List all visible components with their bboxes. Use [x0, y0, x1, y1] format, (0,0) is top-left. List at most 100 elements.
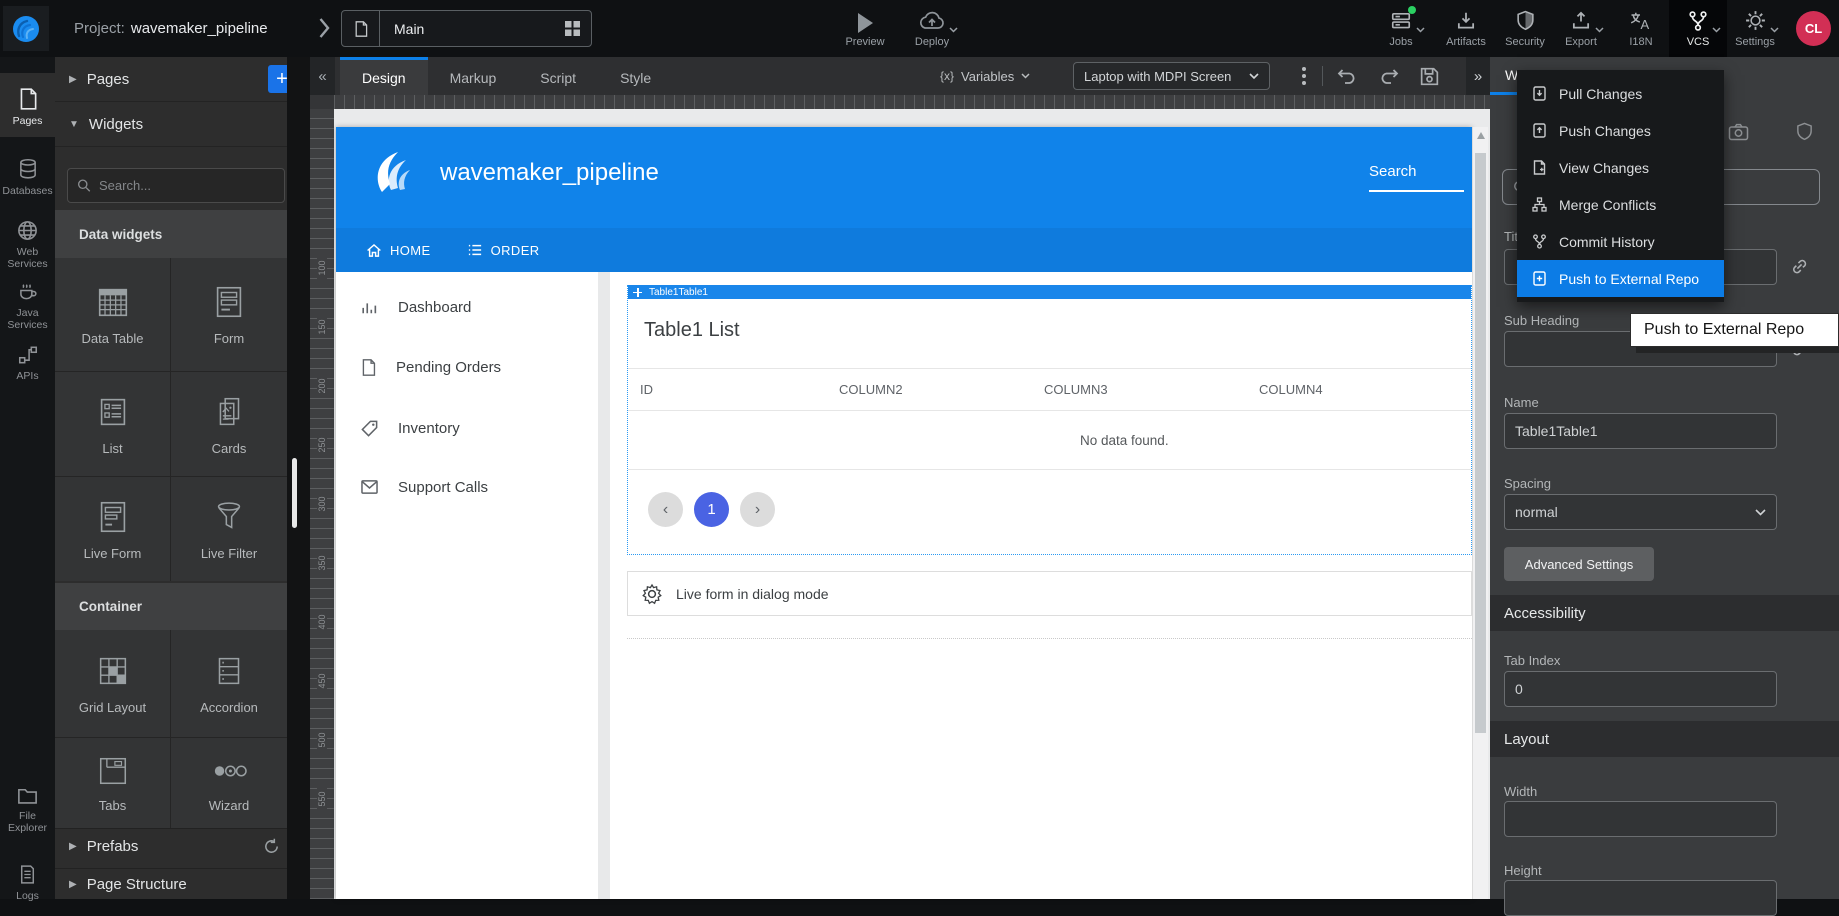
rail-item-web-services[interactable]: Web Services: [0, 219, 55, 275]
vcs-button[interactable]: VCS: [1669, 0, 1727, 57]
widget-tile-data-table[interactable]: Data Table: [55, 258, 170, 371]
rail-item-pages[interactable]: Pages: [0, 73, 55, 137]
app-nav: HOME ORDER: [336, 228, 1472, 272]
view-changes-icon: [1531, 159, 1548, 176]
widget-selection-bar[interactable]: Table1Table1: [628, 285, 1471, 299]
column-header[interactable]: COLUMN2: [839, 382, 1044, 397]
deploy-button[interactable]: Deploy: [900, 9, 964, 48]
i18n-button[interactable]: A I18N: [1612, 8, 1670, 48]
height-input[interactable]: [1504, 880, 1777, 916]
tab-design[interactable]: Design: [340, 57, 428, 95]
palette-scroll-track[interactable]: [287, 57, 310, 899]
save-button[interactable]: [1418, 65, 1441, 88]
prefabs-section[interactable]: ▶ Prefabs: [55, 828, 287, 864]
page-doc-icon[interactable]: [342, 11, 380, 46]
scrollbar-thumb[interactable]: [1475, 153, 1486, 733]
collapse-palette-button[interactable]: «: [310, 57, 335, 95]
tab-style[interactable]: Style: [598, 57, 673, 95]
menu-item-dashboard[interactable]: Dashboard: [360, 290, 590, 324]
redo-button[interactable]: [1378, 65, 1400, 87]
widget-tile-live-filter[interactable]: Live Filter: [171, 477, 287, 581]
layout-section-header[interactable]: Layout: [1490, 721, 1839, 757]
menu-item-view-changes[interactable]: View Changes: [1517, 149, 1724, 186]
widget-tile-list[interactable]: List: [55, 372, 170, 476]
variables-button[interactable]: {x} Variables: [940, 57, 1030, 95]
pages-grid-icon[interactable]: [564, 20, 581, 37]
widgets-section-header[interactable]: ▼ Widgets: [55, 101, 287, 147]
preview-button[interactable]: Preview: [833, 9, 897, 48]
tooltip-text: Push to External Repo: [1644, 321, 1804, 339]
page-number-button[interactable]: 1: [694, 492, 729, 527]
wavemaker-logo[interactable]: [3, 6, 49, 51]
tab-index-input[interactable]: [1504, 671, 1777, 707]
pages-section-header[interactable]: ▶ Pages: [55, 57, 287, 101]
pull-changes-icon: [1531, 85, 1548, 102]
selected-table-widget[interactable]: Table1Table1 Table1 List ID COLUMN2 COLU…: [627, 285, 1472, 555]
export-button[interactable]: Export: [1552, 8, 1610, 48]
shield-icon[interactable]: [1795, 121, 1814, 142]
collapsed-triangle-icon: ▶: [69, 74, 77, 85]
app-search-link[interactable]: Search: [1369, 163, 1464, 192]
rail-item-apis[interactable]: APIs: [0, 344, 55, 388]
widget-tile-grid-layout[interactable]: Grid Layout: [55, 630, 170, 737]
menu-item-push-to-external-repo[interactable]: Push to External Repo: [1517, 260, 1724, 297]
prev-page-button[interactable]: ‹: [648, 492, 683, 527]
nav-item-home[interactable]: HOME: [366, 243, 431, 258]
accessibility-section-header[interactable]: Accessibility: [1490, 595, 1839, 631]
menu-item-pull-changes[interactable]: Pull Changes: [1517, 75, 1724, 112]
widget-tile-live-form[interactable]: Live Form: [55, 477, 170, 581]
rail-item-databases[interactable]: Databases: [0, 157, 55, 209]
palette-scroll-thumb[interactable]: [292, 458, 297, 528]
page-tab-main[interactable]: Main: [341, 10, 592, 47]
nav-item-order[interactable]: ORDER: [467, 243, 540, 258]
device-select[interactable]: Laptop with MDPI Screen: [1073, 62, 1270, 90]
live-form-widget[interactable]: Live form in dialog mode: [627, 571, 1472, 616]
refresh-icon[interactable]: [263, 838, 280, 855]
menu-item-merge-conflicts[interactable]: Merge Conflicts: [1517, 186, 1724, 223]
expand-properties-button[interactable]: »: [1466, 57, 1490, 95]
menu-item-support-calls[interactable]: Support Calls: [360, 470, 590, 504]
app-header[interactable]: wavemaker_pipeline Search HOME ORDER: [336, 127, 1472, 272]
settings-button[interactable]: Settings: [1726, 8, 1784, 48]
page-structure-section[interactable]: ▶ Page Structure: [55, 868, 287, 899]
export-upload-icon: [1570, 10, 1592, 32]
tab-script[interactable]: Script: [518, 57, 598, 95]
widget-tile-cards[interactable]: Cards: [171, 372, 287, 476]
rail-item-file-explorer[interactable]: File Explorer: [0, 785, 55, 841]
widget-tile-tabs[interactable]: Tabs: [55, 738, 170, 828]
jobs-button[interactable]: Jobs: [1372, 8, 1430, 48]
artifacts-button[interactable]: Artifacts: [1437, 8, 1495, 48]
menu-item-inventory[interactable]: Inventory: [360, 411, 590, 445]
canvas-scrollbar[interactable]: [1472, 127, 1488, 899]
menu-item-push-changes[interactable]: Push Changes: [1517, 112, 1724, 149]
advanced-settings-button[interactable]: Advanced Settings: [1504, 547, 1654, 581]
security-button[interactable]: Security: [1496, 8, 1554, 48]
rail-item-logs[interactable]: Logs: [0, 863, 55, 907]
camera-icon[interactable]: [1728, 123, 1749, 141]
user-avatar[interactable]: CL: [1796, 11, 1831, 46]
more-options-button[interactable]: [1292, 64, 1316, 88]
menu-item-commit-history[interactable]: Commit History: [1517, 223, 1724, 260]
widget-search-input[interactable]: [99, 178, 275, 193]
width-input[interactable]: [1504, 801, 1777, 837]
design-toolbar: « Design Markup Script Style {x} Variabl…: [310, 57, 1490, 95]
next-page-button[interactable]: ›: [740, 492, 775, 527]
sub-heading-label: Sub Heading: [1504, 313, 1579, 328]
artifacts-download-icon: [1455, 10, 1477, 32]
column-header[interactable]: ID: [640, 382, 839, 397]
tab-markup[interactable]: Markup: [428, 57, 519, 95]
bind-link-icon[interactable]: [1790, 257, 1809, 276]
widget-tile-form[interactable]: Form: [171, 258, 287, 371]
move-handle-icon[interactable]: [633, 288, 642, 297]
column-header[interactable]: COLUMN4: [1259, 382, 1471, 397]
menu-item-pending-orders[interactable]: Pending Orders: [360, 350, 590, 384]
rail-item-java-services[interactable]: Java Services: [0, 279, 55, 335]
dashboard-chart-icon: [360, 298, 379, 316]
name-input[interactable]: [1504, 413, 1777, 449]
column-header[interactable]: COLUMN3: [1044, 382, 1259, 397]
widget-tile-accordion[interactable]: Accordion: [171, 630, 287, 737]
scroll-up-arrow[interactable]: [1477, 132, 1485, 139]
undo-button[interactable]: [1336, 65, 1358, 87]
widget-tile-wizard[interactable]: Wizard: [171, 738, 287, 828]
spacing-select[interactable]: normal: [1504, 494, 1777, 530]
